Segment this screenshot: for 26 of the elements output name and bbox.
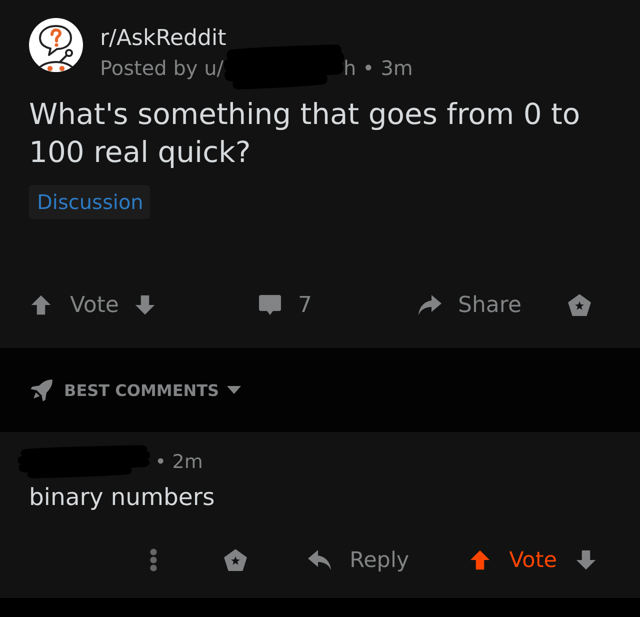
downvote-icon[interactable] [134, 294, 156, 316]
downvote-icon[interactable] [575, 549, 597, 571]
subreddit-name[interactable]: r/AskReddit [100, 25, 226, 53]
flair-tag[interactable]: Discussion [29, 185, 150, 219]
vote-label: Vote [509, 548, 557, 572]
reply-button[interactable]: Reply [306, 548, 410, 572]
post-age: h • 3m [344, 55, 413, 81]
share-button[interactable]: Share [416, 292, 522, 318]
comments-button[interactable]: 7 [258, 292, 312, 318]
comment-age: • 2m [155, 451, 203, 473]
upvote-icon[interactable] [469, 549, 492, 571]
comment-text: binary numbers [29, 484, 215, 510]
comment-icon [258, 294, 282, 316]
posted-by-text: Posted by u/ [100, 55, 224, 81]
subreddit-avatar-icon [29, 18, 83, 72]
sort-button[interactable]: BEST COMMENTS [30, 378, 242, 402]
share-icon [416, 293, 443, 317]
reply-icon [306, 548, 333, 572]
more-options-icon[interactable] [148, 548, 158, 572]
vote-label: Vote [70, 292, 119, 318]
rocket-icon [30, 378, 54, 402]
post-title: What's something that goes from 0 to 100 real quick? [29, 96, 582, 171]
caret-icon [227, 386, 242, 394]
award-icon[interactable] [567, 292, 592, 318]
award-icon[interactable] [222, 548, 248, 572]
upvote-icon[interactable] [30, 294, 52, 316]
